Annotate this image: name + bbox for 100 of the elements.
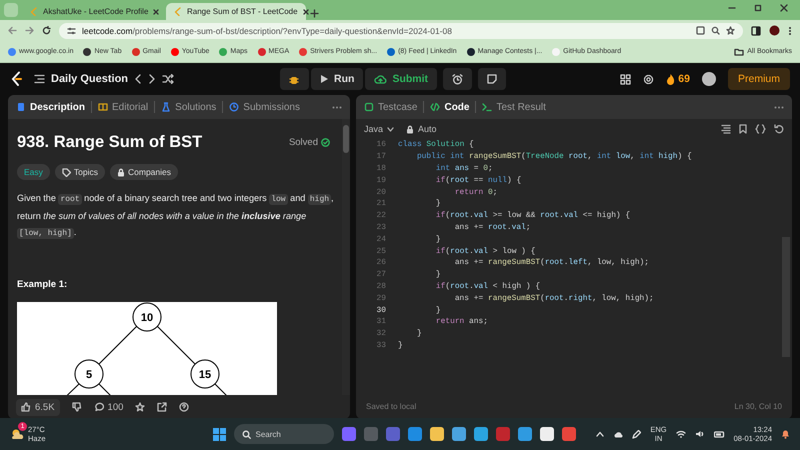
chevron-down-icon [387,126,394,132]
lock-icon [117,168,125,176]
url-text: leetcode.com/problems/range-sum-of-bst/description/?envType=daily-question&envId=2024-01-08 [82,26,452,36]
panel-tab[interactable]: Code [430,102,470,112]
book-icon [98,102,108,112]
cloud-upload-icon [374,74,388,84]
check-circle-icon [321,138,330,147]
share-icon[interactable] [157,402,168,412]
windows-start-icon[interactable] [212,428,226,440]
next-icon[interactable] [148,74,156,84]
close-icon[interactable] [780,4,788,12]
notes-button[interactable] [478,68,506,90]
browser-tab[interactable]: Range Sum of BST - LeetCode [166,3,306,20]
companies-tag[interactable]: Companies [110,164,178,180]
close-icon[interactable] [302,8,309,14]
panel-tab[interactable]: Test Result [482,102,546,112]
speaker-icon[interactable] [694,430,705,438]
document-icon [16,102,26,112]
folder-icon [734,48,744,56]
panel-tab[interactable]: Editorial [98,102,148,112]
flame-icon [666,73,676,85]
panel-tab[interactable]: Submissions [229,102,300,112]
problem-list-title[interactable]: Daily Question [51,73,128,85]
chevron-up-icon[interactable] [596,431,604,437]
notification-bell-icon[interactable] [781,429,790,439]
solved-status: Solved [288,137,334,148]
close-icon[interactable] [153,8,160,14]
address-bar[interactable]: leetcode.com/problems/range-sum-of-bst/description/?envType=daily-question&envId=2024-01-08 [59,22,743,38]
previous-icon[interactable] [134,74,142,84]
history-icon [229,102,240,112]
terminal-icon [482,102,492,112]
avatar-icon[interactable] [769,25,780,36]
comment-icon [94,402,104,412]
help-icon[interactable] [179,402,190,412]
translate-icon[interactable] [696,26,705,35]
leetcode-logo-icon [174,7,182,16]
checkbox-icon [364,102,374,112]
settings-icon[interactable] [643,74,654,84]
like-button[interactable]: 6.5K [16,398,60,416]
problem-title: 938. Range Sum of BST [17,133,202,152]
taskbar-app-icon[interactable] [452,427,466,441]
problem-description: Given the root node of a binary search tree and two integers low and high , return the sum of values of all nodes with a value in the inclusive range [low, high] . [17,192,334,241]
list-icon[interactable] [34,74,45,84]
scrollbar-thumb[interactable] [343,125,349,153]
reload-icon[interactable] [42,26,51,35]
cursor-position: Ln 30, Col 10 [734,402,782,410]
panel-tab[interactable]: Testcase [364,102,418,112]
streak-counter[interactable]: 69 [666,73,690,85]
note-icon [487,74,498,84]
taskbar-search-field[interactable]: Search [234,424,334,444]
side-panel-icon[interactable] [751,26,761,36]
maximize-icon[interactable] [754,4,762,12]
weather-icon[interactable] [10,428,24,440]
site-settings-icon [67,26,76,34]
forward-icon[interactable] [25,26,34,35]
star-icon[interactable] [726,26,735,35]
play-icon [320,74,330,84]
more-options-icon[interactable] [332,106,342,108]
more-icon[interactable] [788,26,792,36]
battery-icon[interactable] [714,430,725,438]
panel-tab[interactable]: Solutions [161,102,216,112]
lock-icon [406,124,414,134]
panel-tab[interactable]: Description [16,102,86,112]
debug-button[interactable] [280,68,310,90]
comments-button[interactable]: 100 [94,402,124,412]
zoom-icon[interactable] [711,26,720,35]
difficulty-tag[interactable]: Easy [17,164,50,180]
star-icon[interactable] [135,402,146,412]
taskbar-app-icon[interactable] [474,427,488,441]
auto-mode-toggle[interactable]: Auto [406,124,437,134]
premium-button[interactable]: Premium [728,68,790,90]
back-icon[interactable] [8,26,17,35]
tag-icon [62,168,71,176]
search-icon [242,430,251,438]
format-icon[interactable] [721,124,731,134]
reset-icon[interactable] [774,124,784,134]
new-tab-icon[interactable] [310,9,319,18]
avatar[interactable] [702,72,716,86]
example-heading: Example 1: [17,279,68,290]
taskbar-app-icon[interactable] [540,427,554,441]
taskbar-app-icon[interactable] [430,427,444,441]
code-icon [430,102,440,112]
timer-button[interactable] [443,68,472,90]
browser-tab[interactable]: AkshatUke - LeetCode Profile [22,3,162,20]
cloud-icon[interactable] [613,430,624,438]
thumbs-down-icon[interactable] [72,402,82,412]
more-options-icon[interactable] [774,106,784,108]
braces-icon[interactable] [755,124,766,134]
wifi-icon[interactable] [676,430,686,438]
submit-button[interactable]: Submit [365,68,438,90]
save-status: Saved to local [366,402,416,410]
grid-icon[interactable] [620,74,632,84]
pen-icon[interactable] [632,430,642,438]
binary-tree-diagram: 10 5 15 [17,302,277,395]
shuffle-icon[interactable] [162,74,174,84]
leetcode-logo-icon[interactable] [10,71,24,87]
run-button[interactable]: Run [311,68,364,90]
bookmark-icon[interactable] [739,124,747,134]
language-dropdown[interactable]: Java [364,124,394,134]
topics-tag[interactable]: Topics [54,164,105,180]
